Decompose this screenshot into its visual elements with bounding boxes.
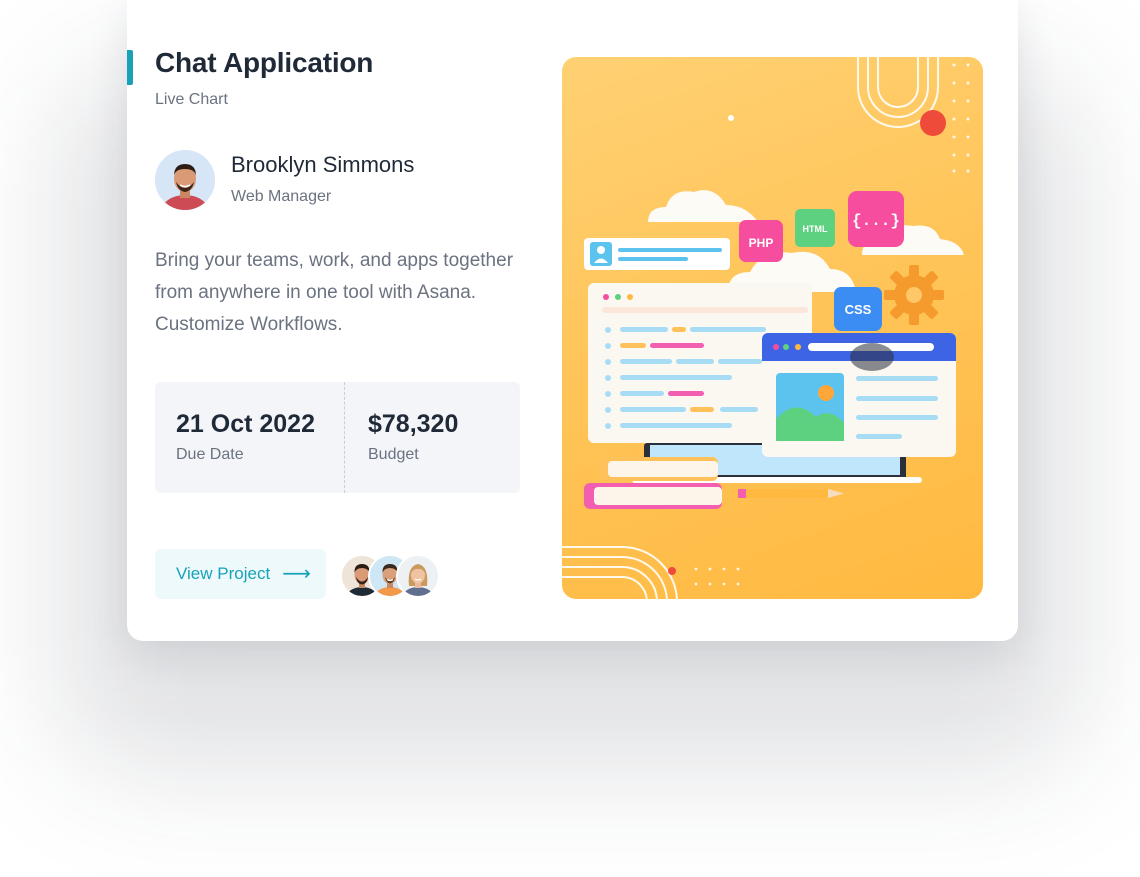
team-member-avatar[interactable]: [396, 554, 440, 598]
manager-avatar: [155, 150, 215, 210]
project-illustration: PHP HTML {...} CSS: [562, 57, 983, 599]
due-date-label: Due Date: [176, 446, 244, 463]
web-development-illustration: PHP HTML {...} CSS: [562, 57, 970, 599]
budget-label: Budget: [368, 446, 419, 463]
code-braces-badge: {...}: [852, 212, 900, 230]
arrow-right-icon: ⟶: [282, 563, 311, 585]
stage: Chat Application Live Chart Brooklyn Sim…: [0, 0, 1140, 877]
project-description: Bring your teams, work, and apps togethe…: [155, 250, 514, 335]
manager-name: Brooklyn Simmons: [231, 152, 415, 177]
person-avatar-icon: [398, 556, 438, 596]
gear-icon: [884, 265, 944, 325]
css-badge: CSS: [845, 302, 872, 317]
php-badge: PHP: [749, 236, 774, 250]
title-accent-bar: [127, 50, 133, 85]
view-project-label: View Project: [176, 564, 271, 583]
person-avatar-icon: [155, 150, 215, 210]
due-date-value: 21 Oct 2022: [176, 410, 315, 438]
project-title: Chat Application: [155, 47, 374, 78]
stats-divider: [344, 382, 345, 493]
manager-role: Web Manager: [231, 188, 332, 205]
project-card: Chat Application Live Chart Brooklyn Sim…: [127, 0, 1018, 641]
image-icon: [776, 373, 844, 441]
budget-value: $78,320: [368, 410, 459, 438]
html-badge: HTML: [803, 224, 828, 234]
stats-panel: 21 Oct 2022 Due Date $78,320 Budget: [155, 382, 520, 493]
view-project-button[interactable]: View Project ⟶: [155, 549, 326, 599]
project-subtitle: Live Chart: [155, 91, 228, 108]
